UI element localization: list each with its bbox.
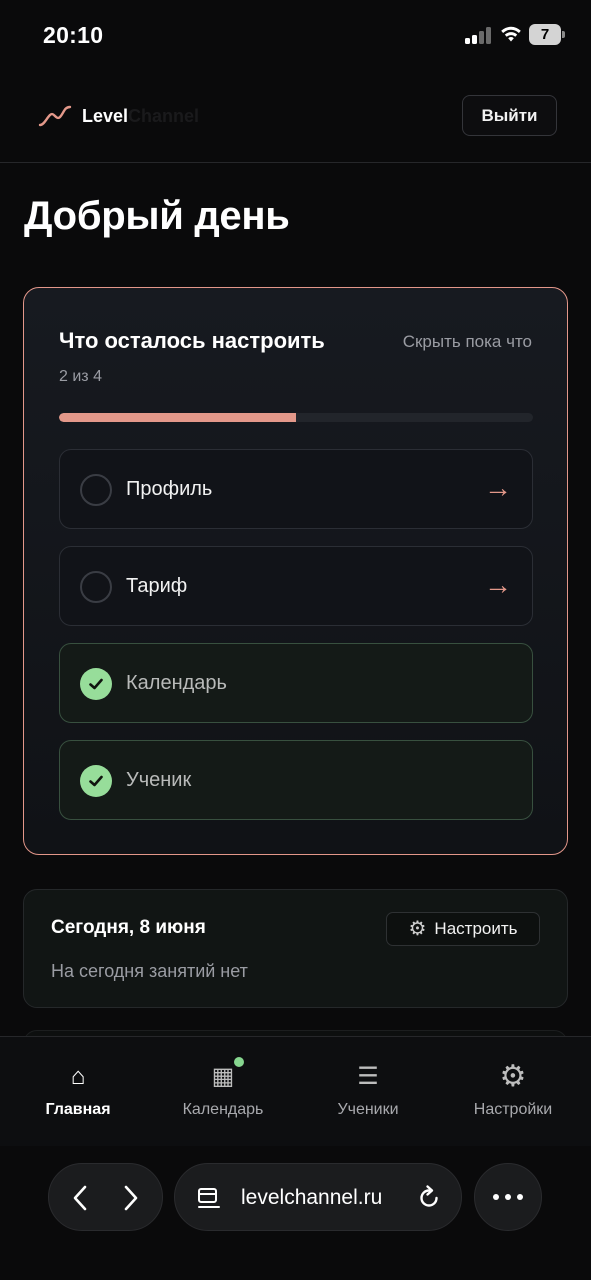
setup-progress-count: 2 из 4 [59,368,102,385]
app-header: Level Channel Выйти [0,70,591,163]
nav-item-calendar[interactable]: ▦ Календарь [168,1037,278,1137]
nav-item-label: Главная [45,1101,111,1118]
configure-button[interactable]: ⚙ Настроить [386,912,540,946]
nav-item-label: Ученики [337,1101,399,1118]
nav-item-label: Календарь [182,1101,264,1118]
status-time: 20:10 [43,22,104,48]
browser-nav-group [48,1163,163,1231]
brand-name-level: Level [82,105,129,126]
hide-setup-link[interactable]: Скрыть пока что [403,332,532,352]
setup-step-profile[interactable]: Профиль → [59,449,533,529]
chevron-left-icon [73,1185,87,1211]
gear-icon: ⚙ [499,1060,527,1093]
reload-icon[interactable] [415,1184,443,1212]
setup-step-calendar[interactable]: Календарь [59,643,533,723]
arrow-right-icon: → [484,569,512,600]
page-menu-icon [198,1188,220,1208]
back-button[interactable] [53,1164,109,1232]
logout-button[interactable]: Выйти [462,95,557,136]
battery-level: 7 [529,24,561,45]
unchecked-circle-icon [80,474,112,506]
calendar-glyph: ▦ [211,1063,235,1090]
nav-item-home[interactable]: ⌂ Главная [28,1037,128,1137]
address-url: levelchannel.ru [241,1186,383,1209]
cellular-signal-icon [465,26,493,44]
setup-progress-fill [59,413,296,422]
brand-logo[interactable]: Level Channel [38,101,199,131]
setup-title: Что осталось настроить [59,328,325,353]
setup-step-label: Тариф [126,575,188,597]
setup-step-label: Ученик [126,769,192,791]
app-root: 20:10 7 LevelChannel Выйти Добрый день [0,0,591,1280]
ellipsis-icon [493,1194,523,1200]
nav-item-students[interactable]: ☰ Ученики [318,1037,418,1137]
today-title: Сегодня, 8 июня [51,917,206,938]
browser-toolbar: levelchannel.ru [0,1146,591,1280]
setup-step-label: Календарь [126,672,227,694]
wifi-icon [501,26,521,42]
today-empty-state: На сегодня занятий нет [51,961,248,981]
setup-checklist-card: Что осталось настроить Скрыть пока что 2… [23,287,568,855]
list-icon: ☰ [357,1063,379,1090]
more-options-button[interactable] [474,1163,542,1231]
setup-step-student[interactable]: Ученик [59,740,533,820]
nav-item-label: Настройки [473,1101,553,1118]
chevron-right-icon [124,1185,138,1211]
arrow-right-icon: → [484,472,512,503]
bottom-navigation: ⌂ Главная ▦ Календарь ☰ Ученики ⚙ Настро… [0,1036,591,1146]
setup-step-label: Профиль [126,478,213,500]
nav-item-settings[interactable]: ⚙ Настройки [460,1037,566,1137]
home-icon: ⌂ [70,1063,86,1090]
configure-button-label: Настроить [434,919,518,938]
logo-wave-icon [38,105,72,127]
setup-progress-bar [59,413,533,422]
checkmark-icon [80,765,112,797]
gear-icon: ⚙ [408,918,427,940]
notification-dot [234,1057,245,1067]
page-title: Добрый день [24,194,290,238]
unchecked-circle-icon [80,571,112,603]
status-bar: 20:10 7 [0,0,591,70]
calendar-icon: ▦ [211,1057,245,1091]
forward-button[interactable] [102,1164,158,1232]
battery-icon: 7 [529,24,565,45]
address-bar[interactable]: levelchannel.ru [174,1163,462,1231]
brand-name-channel: Channel [128,105,200,126]
checkmark-icon [80,668,112,700]
today-schedule-card: Сегодня, 8 июня ⚙ Настроить На сегодня з… [23,889,568,1008]
setup-step-tariff[interactable]: Тариф → [59,546,533,626]
